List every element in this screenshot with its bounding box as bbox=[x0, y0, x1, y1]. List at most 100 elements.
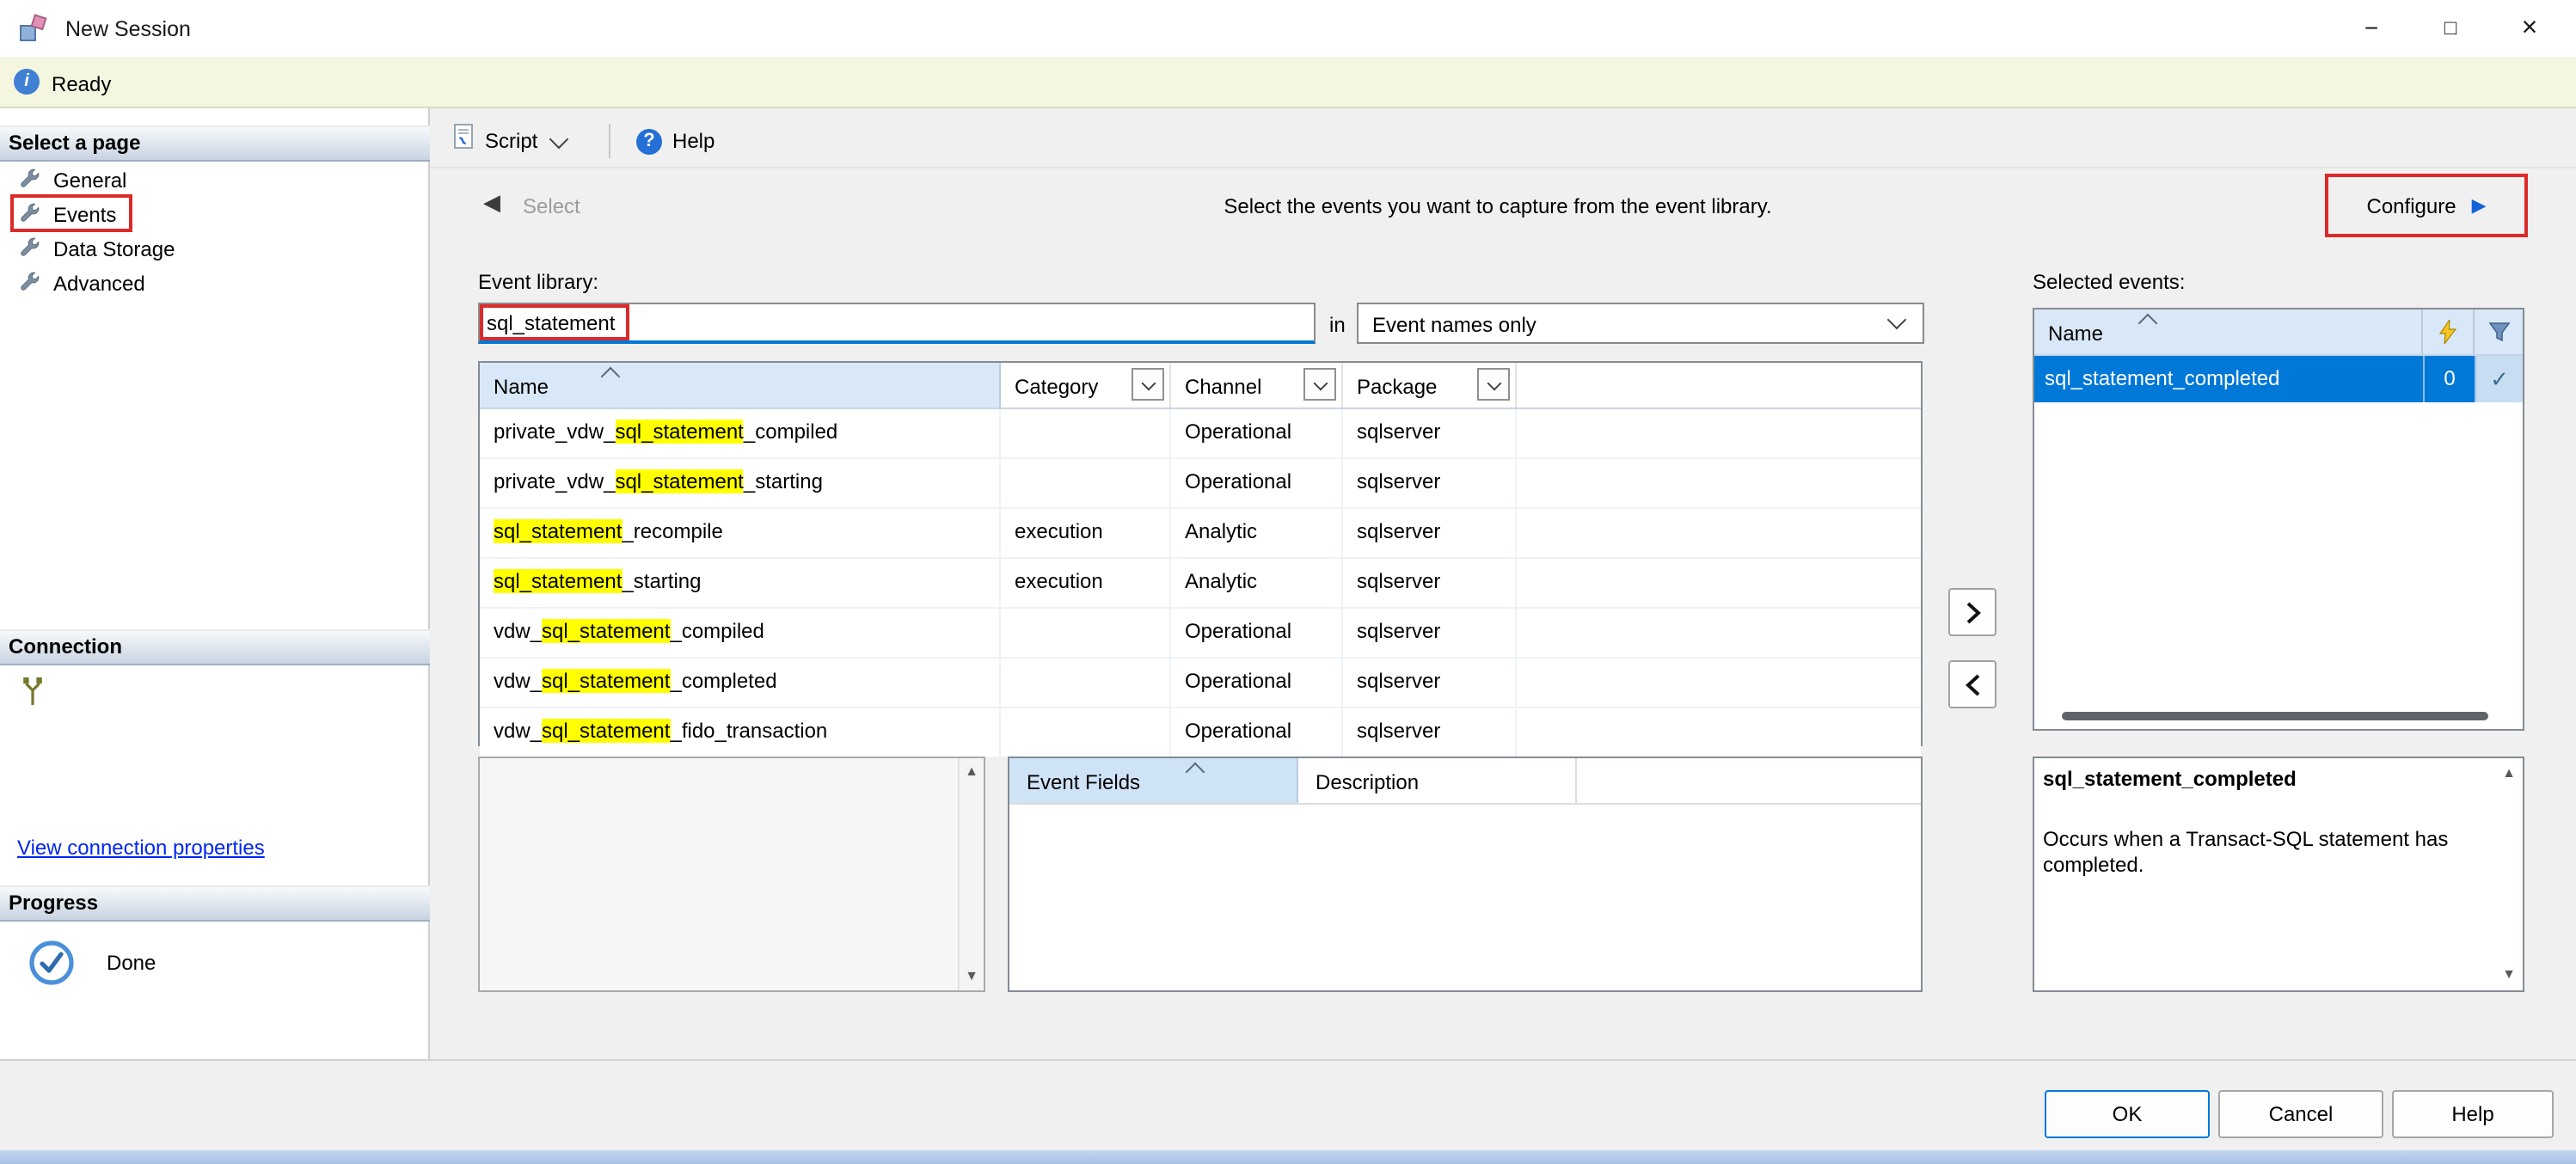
column-header-description[interactable]: Description bbox=[1298, 758, 1577, 803]
selected-hscrollbar[interactable] bbox=[2045, 710, 2512, 724]
sort-asc-icon bbox=[1186, 763, 1205, 782]
scroll-up-icon[interactable]: ▲ bbox=[2502, 767, 2516, 781]
scroll-up-icon[interactable]: ▲ bbox=[965, 765, 978, 779]
column-header-channel[interactable]: Channel bbox=[1171, 363, 1343, 407]
event-name-post: _recompile bbox=[622, 519, 722, 543]
filter-dropdown-button[interactable] bbox=[1132, 368, 1164, 401]
wrench-icon bbox=[19, 236, 41, 263]
event-row[interactable]: private_vdw_sql_statement_compiled Opera… bbox=[480, 409, 1921, 459]
filter-dropdown-button[interactable] bbox=[1303, 368, 1336, 401]
event-package-cell: sqlserver bbox=[1343, 659, 1517, 707]
view-connection-properties-link[interactable]: View connection properties bbox=[17, 836, 265, 860]
sidebar-item-data-storage[interactable]: Data Storage bbox=[0, 232, 430, 266]
sidebar-item-events[interactable]: Events bbox=[0, 198, 430, 232]
event-package-cell: sqlserver bbox=[1343, 509, 1517, 557]
scope-select[interactable]: Event names only bbox=[1357, 303, 1924, 344]
event-name-cell: vdw_sql_statement_compiled bbox=[480, 609, 1001, 657]
done-icon bbox=[28, 939, 76, 996]
event-row[interactable]: vdw_sql_statement_completed Operational … bbox=[480, 659, 1921, 708]
sidebar-item-advanced[interactable]: Advanced bbox=[0, 266, 430, 301]
close-button[interactable]: × bbox=[2490, 0, 2569, 57]
maximize-button[interactable]: □ bbox=[2411, 0, 2490, 57]
event-description-panel: sql_statement_completed Occurs when a Tr… bbox=[2033, 757, 2524, 992]
titlebar: New Session − □ × bbox=[0, 0, 2576, 58]
event-name-pre: vdw_ bbox=[494, 619, 542, 643]
scrollbar-thumb[interactable] bbox=[2062, 712, 2488, 720]
help-toolbar-button[interactable]: ? Help bbox=[626, 120, 725, 162]
column-header-event-fields[interactable]: Event Fields bbox=[1009, 758, 1298, 803]
event-category-cell bbox=[1001, 459, 1171, 507]
column-header-name[interactable]: Name bbox=[480, 363, 1001, 407]
chevron-right-icon bbox=[1965, 601, 1980, 623]
event-category-cell: execution bbox=[1001, 559, 1171, 607]
forward-icon: ▶ bbox=[2472, 194, 2487, 217]
event-search-input[interactable] bbox=[478, 303, 1316, 344]
scope-value: Event names only bbox=[1372, 313, 1536, 337]
toolbar-separator bbox=[609, 124, 610, 158]
filter-icon bbox=[2487, 322, 2510, 342]
event-category-cell bbox=[1001, 708, 1171, 757]
add-event-button[interactable] bbox=[1948, 588, 1996, 636]
event-name-cell: sql_statement_starting bbox=[480, 559, 1001, 607]
event-row[interactable]: vdw_sql_statement_compiled Operational s… bbox=[480, 609, 1921, 659]
event-fields-panel: Event Fields Description bbox=[1008, 757, 1923, 992]
event-name-match: sql_statement bbox=[542, 669, 670, 693]
lightning-icon bbox=[2438, 320, 2457, 344]
script-button[interactable]: Script bbox=[444, 120, 575, 162]
remove-event-button[interactable] bbox=[1948, 660, 1996, 708]
event-package-cell: sqlserver bbox=[1343, 708, 1517, 757]
sidebar-item-label: Advanced bbox=[53, 272, 145, 296]
window-title: New Session bbox=[65, 17, 191, 41]
selected-column-filter[interactable] bbox=[2475, 309, 2523, 354]
event-row[interactable]: sql_statement_starting execution Analyti… bbox=[480, 559, 1921, 609]
event-details-panel: ▲ ▼ bbox=[478, 757, 985, 992]
configure-button[interactable]: Configure ▶ bbox=[2328, 177, 2524, 234]
back-icon[interactable]: ◀ bbox=[483, 189, 500, 217]
cancel-button[interactable]: Cancel bbox=[2218, 1090, 2383, 1138]
minimize-button[interactable]: − bbox=[2332, 0, 2411, 57]
event-channel-cell: Analytic bbox=[1171, 559, 1343, 607]
progress-status: Done bbox=[107, 951, 156, 975]
sidebar: Select a page General Events Data Storag… bbox=[0, 108, 430, 1059]
sort-asc-icon bbox=[2138, 314, 2158, 334]
event-row-filler bbox=[1517, 459, 1921, 507]
event-table-header: Name Category Channel Package bbox=[480, 363, 1921, 409]
column-header-filler bbox=[1517, 363, 1921, 407]
event-category-cell bbox=[1001, 409, 1171, 457]
column-header-label: Description bbox=[1316, 770, 1419, 794]
event-name-cell: vdw_sql_statement_completed bbox=[480, 659, 1001, 707]
selected-column-bolt[interactable] bbox=[2423, 309, 2475, 354]
event-row[interactable]: private_vdw_sql_statement_starting Opera… bbox=[480, 459, 1921, 509]
progress-header: Progress bbox=[0, 885, 430, 922]
filter-dropdown-button[interactable] bbox=[1477, 368, 1510, 401]
event-row[interactable]: sql_statement_recompile execution Analyt… bbox=[480, 509, 1921, 559]
event-channel-cell: Operational bbox=[1171, 708, 1343, 757]
sidebar-item-label: General bbox=[53, 168, 126, 193]
sort-asc-icon bbox=[601, 367, 621, 387]
app-icon bbox=[19, 14, 48, 52]
sidebar-item-general[interactable]: General bbox=[0, 163, 430, 198]
selected-events-table: Name sql_statement_completed 0 ✓ bbox=[2033, 308, 2524, 731]
event-channel-cell: Analytic bbox=[1171, 509, 1343, 557]
vertical-scrollbar[interactable]: ▲ ▼ bbox=[958, 758, 984, 990]
selected-column-name[interactable]: Name bbox=[2034, 309, 2423, 354]
ok-button[interactable]: OK bbox=[2045, 1090, 2210, 1138]
chevron-left-icon bbox=[1965, 673, 1980, 695]
scroll-down-icon[interactable]: ▼ bbox=[965, 970, 978, 983]
event-name-match: sql_statement bbox=[494, 519, 622, 543]
column-header-package[interactable]: Package bbox=[1343, 363, 1517, 407]
in-label: in bbox=[1329, 313, 1346, 337]
connection-icon bbox=[19, 676, 46, 715]
selected-event-check-icon: ✓ bbox=[2475, 356, 2523, 402]
chevron-down-icon[interactable] bbox=[549, 129, 568, 149]
event-name-post: _starting bbox=[744, 469, 823, 493]
help-button[interactable]: Help bbox=[2392, 1090, 2554, 1138]
help-icon: ? bbox=[636, 128, 662, 154]
column-header-category[interactable]: Category bbox=[1001, 363, 1171, 407]
selected-row[interactable]: sql_statement_completed 0 ✓ bbox=[2034, 356, 2523, 402]
column-header-label: Channel bbox=[1185, 375, 1261, 399]
event-name-cell: private_vdw_sql_statement_compiled bbox=[480, 409, 1001, 457]
script-label: Script bbox=[485, 129, 537, 153]
scroll-down-icon[interactable]: ▼ bbox=[2502, 968, 2516, 982]
event-row[interactable]: vdw_sql_statement_fido_transaction Opera… bbox=[480, 708, 1921, 758]
